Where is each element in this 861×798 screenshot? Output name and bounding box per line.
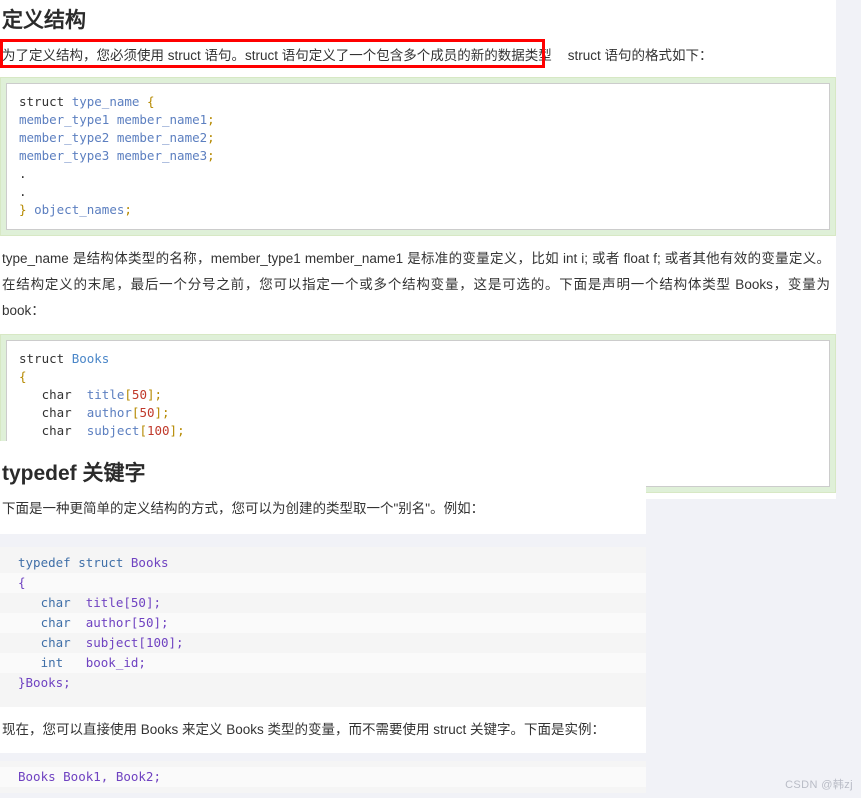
- code-line: Books Book1, Book2;: [0, 767, 646, 788]
- section-define-struct: 定义结构 为了定义结构，您必须使用 struct 语句。struct 语句定义了…: [0, 0, 836, 500]
- code-block-books-instance: Books Book1, Book2;: [0, 761, 646, 794]
- page-title-typedef: typedef 关键字: [2, 462, 146, 485]
- paragraph-typedef-usage: 现在，您可以直接使用 Books 来定义 Books 类型的变量，而不需要使用 …: [2, 722, 606, 738]
- section-typedef: typedef 关键字 下面是一种更简单的定义结构的方式，您可以为创建的类型取一…: [0, 441, 646, 794]
- code-line: {: [0, 573, 646, 594]
- section-gap: [0, 753, 646, 762]
- spacer: [0, 743, 646, 754]
- code-block-padding: [0, 699, 646, 708]
- code-line: int book_id;: [0, 653, 646, 674]
- section-gap: [0, 534, 646, 548]
- code-block-struct-template: struct type_name { member_type1 member_n…: [0, 77, 836, 237]
- code-block-typedef-books: typedef struct Books { char title[50]; c…: [0, 547, 646, 700]
- code-line: char title[50];: [40, 595, 162, 611]
- paragraph-typedef-intro: 下面是一种更简单的定义结构的方式，您可以为创建的类型取一个"别名"。例如：: [2, 501, 485, 517]
- intro-tail-sentence: struct 语句的格式如下：: [567, 48, 713, 64]
- code-text-struct-template: struct type_name { member_type1 member_n…: [19, 94, 215, 218]
- paragraph-type-name-explanation-text: type_name 是结构体类型的名称，member_type1 member_…: [2, 251, 830, 319]
- paragraph-define-struct-intro: 为了定义结构，您必须使用 struct 语句。struct 语句定义了一个包含多…: [0, 43, 836, 69]
- code-line: char subject[100];: [40, 635, 184, 651]
- csdn-watermark: CSDN @韩zj: [785, 779, 853, 791]
- highlighted-sentence: 为了定义结构，您必须使用 struct 语句。struct 语句定义了一个包含多…: [2, 48, 552, 64]
- article-page: 定义结构 为了定义结构，您必须使用 struct 语句。struct 语句定义了…: [0, 0, 861, 798]
- page-title-define-struct: 定义结构: [2, 9, 86, 32]
- code-block-struct-template-inner: struct type_name { member_type1 member_n…: [6, 83, 830, 231]
- paragraph-type-name-explanation: type_name 是结构体类型的名称，member_type1 member_…: [0, 246, 836, 324]
- code-line: char author[50];: [0, 613, 646, 634]
- spacer: [0, 707, 646, 718]
- code-line: typedef struct Books: [18, 555, 169, 571]
- code-line: }Books;: [18, 675, 71, 691]
